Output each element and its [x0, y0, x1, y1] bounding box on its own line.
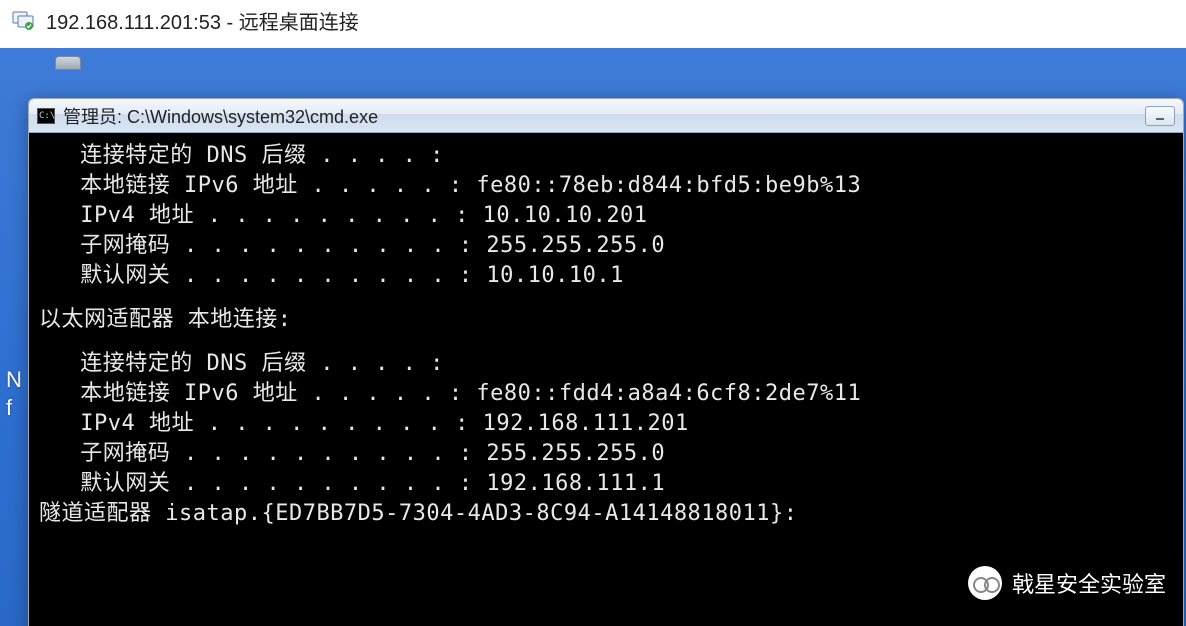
wechat-icon [968, 566, 1002, 600]
rdp-title-text: 192.168.111.201:53 - 远程桌面连接 [46, 6, 359, 35]
cmd-output-line: 本地链接 IPv6 地址 . . . . . : fe80::78eb:d844… [39, 171, 1173, 201]
cmd-output-line: 本地链接 IPv6 地址 . . . . . : fe80::fdd4:a8a4… [39, 379, 1173, 409]
cmd-icon: C:\ [37, 108, 55, 124]
cmd-output-line: 连接特定的 DNS 后缀 . . . . : [39, 349, 1173, 379]
remote-desktop-area: N f C:\ 管理员: C:\Windows\system32\cmd.exe… [0, 48, 1186, 626]
cmd-output-line: IPv4 地址 . . . . . . . . . : 192.168.111.… [39, 409, 1173, 439]
desktop-left-fragment-line: f [6, 394, 22, 422]
cmd-title-bar[interactable]: C:\ 管理员: C:\Windows\system32\cmd.exe [29, 99, 1183, 133]
rdp-title-bar: 192.168.111.201:53 - 远程桌面连接 [0, 0, 1186, 40]
connection-pin-tab[interactable] [55, 56, 81, 70]
rdp-icon [12, 9, 34, 31]
cmd-output-line: 子网掩码 . . . . . . . . . . : 255.255.255.0 [39, 439, 1173, 469]
desktop-left-fragment: N f [6, 366, 22, 422]
cmd-output-line: 默认网关 . . . . . . . . . . : 10.10.10.1 [39, 261, 1173, 291]
desktop-left-fragment-line: N [6, 366, 22, 394]
cmd-output-line: 子网掩码 . . . . . . . . . . : 255.255.255.0 [39, 231, 1173, 261]
cmd-title-text: 管理员: C:\Windows\system32\cmd.exe [63, 103, 378, 129]
watermark-text: 戟星安全实验室 [1012, 567, 1166, 599]
minimize-button[interactable] [1145, 106, 1175, 126]
cmd-output-line: IPv4 地址 . . . . . . . . . : 10.10.10.201 [39, 201, 1173, 231]
cmd-output-line: 连接特定的 DNS 后缀 . . . . : [39, 141, 1173, 171]
cmd-output-line: 默认网关 . . . . . . . . . . : 192.168.111.1 [39, 469, 1173, 499]
cmd-window[interactable]: C:\ 管理员: C:\Windows\system32\cmd.exe 连接特… [28, 98, 1184, 626]
cmd-output-area[interactable]: 连接特定的 DNS 后缀 . . . . : 本地链接 IPv6 地址 . . … [29, 133, 1183, 537]
cmd-output-line: 隧道适配器 isatap.{ED7BB7D5-7304-4AD3-8C94-A1… [39, 499, 1173, 529]
cmd-output-line: 以太网适配器 本地连接: [39, 305, 1173, 335]
watermark: 戟星安全实验室 [968, 566, 1166, 600]
